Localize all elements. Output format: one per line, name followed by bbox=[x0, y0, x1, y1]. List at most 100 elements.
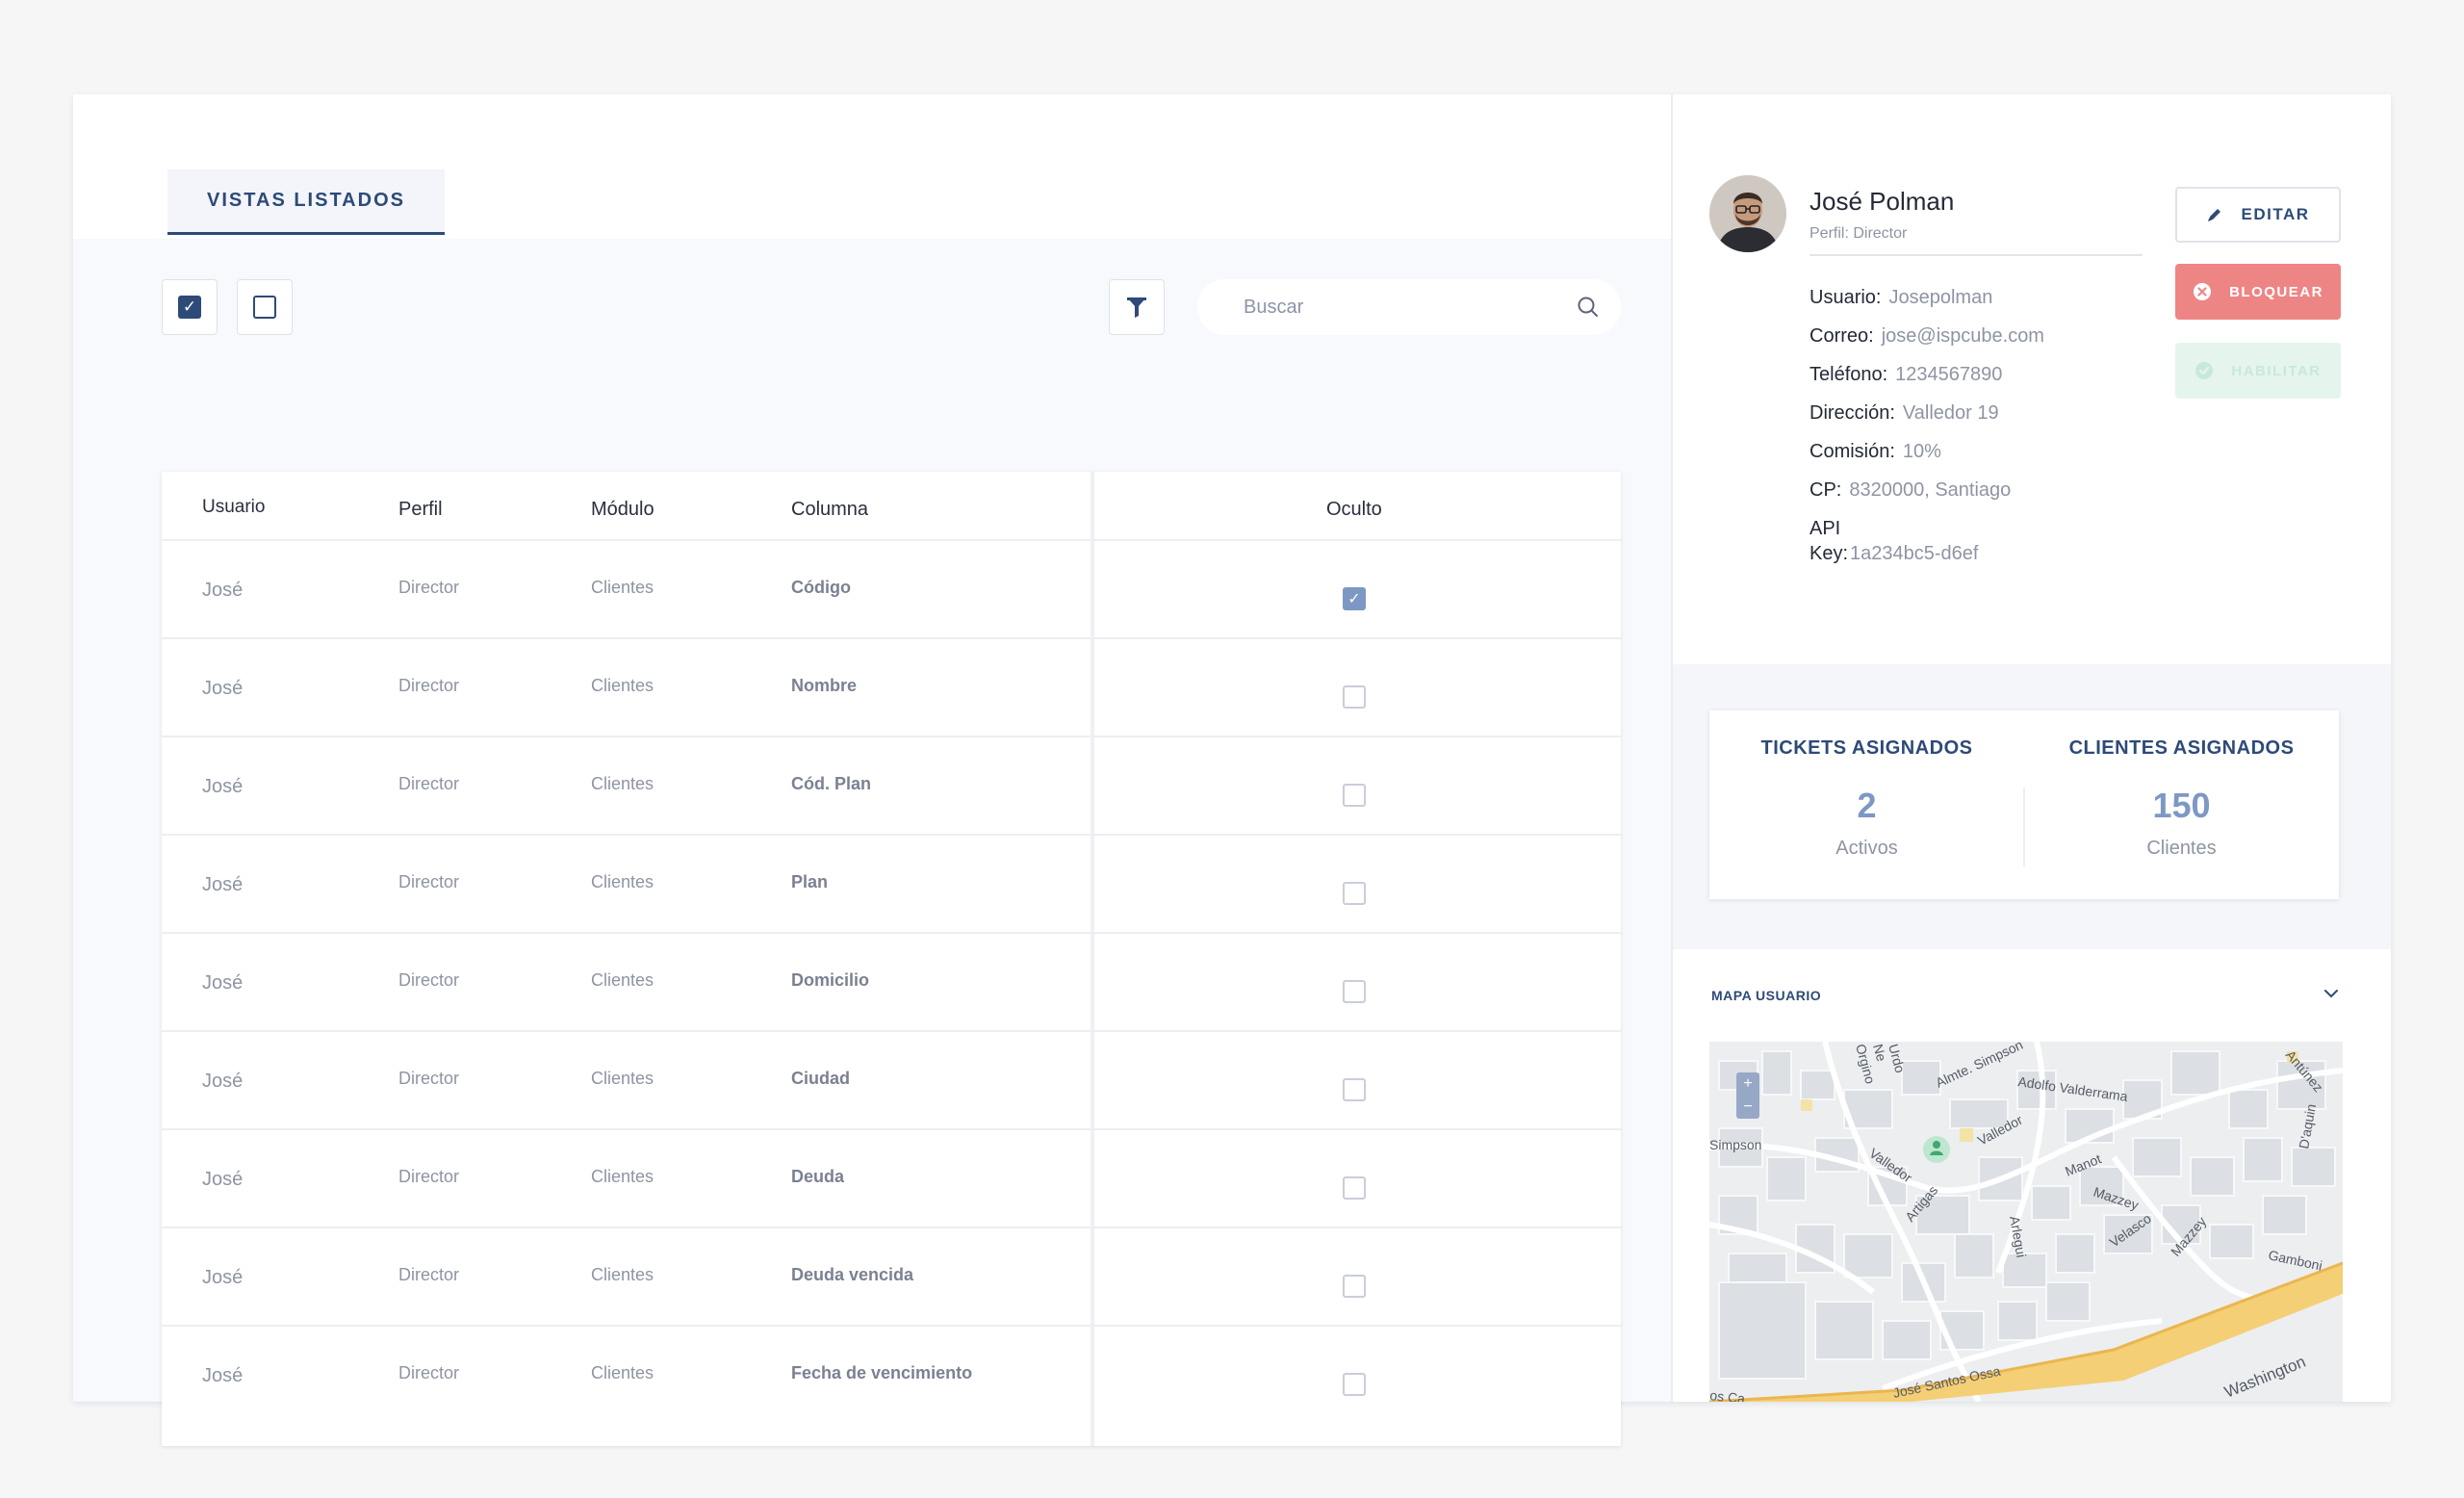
cell-columna: Plan bbox=[791, 872, 829, 891]
deselect-all-button[interactable] bbox=[237, 279, 293, 335]
search-icon[interactable] bbox=[1577, 296, 1600, 319]
table-row: José Director Clientes Nombre bbox=[162, 639, 1621, 737]
user-map[interactable]: Almte. Simpson Adolfo Valderrama Valledo… bbox=[1709, 1042, 2343, 1402]
cell-columna: Ciudad bbox=[791, 1069, 850, 1088]
cell-columna: Cód. Plan bbox=[791, 774, 872, 793]
stats-section: TICKETS ASIGNADOS 2 Activos CLIENTES ASI… bbox=[1673, 664, 2391, 949]
tab-vistas-listados[interactable]: VISTAS LISTADOS bbox=[167, 169, 445, 235]
select-all-button[interactable]: ✓ bbox=[162, 279, 218, 335]
field-telefono: Teléfono: 1234567890 bbox=[1810, 364, 2002, 386]
cell-modulo: Clientes bbox=[591, 970, 654, 990]
user-role: Perfil: Director bbox=[1810, 225, 1908, 242]
stat-title: TICKETS ASIGNADOS bbox=[1760, 737, 1973, 759]
header-usuario[interactable]: Usuario bbox=[202, 497, 265, 518]
views-table: Usuario Perfil Módulo Columna Oculto Jos… bbox=[162, 472, 1621, 1446]
header-oculto[interactable]: Oculto bbox=[1326, 499, 1382, 521]
cell-perfil: Director bbox=[398, 676, 460, 695]
user-name: José Polman bbox=[1810, 187, 1955, 216]
table-row: José Director Clientes Ciudad bbox=[162, 1032, 1621, 1130]
edit-button[interactable]: EDITAR bbox=[2175, 187, 2341, 243]
cell-usuario: José bbox=[202, 1071, 244, 1092]
cell-modulo: Clientes bbox=[591, 1167, 654, 1186]
cell-usuario: José bbox=[202, 972, 244, 994]
header-modulo[interactable]: Módulo bbox=[591, 499, 654, 521]
edit-button-label: EDITAR bbox=[2241, 205, 2310, 223]
cell-usuario: José bbox=[202, 776, 244, 797]
search-box bbox=[1197, 279, 1621, 335]
street-label: Simpson bbox=[1709, 1137, 1761, 1152]
table-row: José Director Clientes Deuda vencida bbox=[162, 1228, 1621, 1327]
cell-perfil: Director bbox=[398, 872, 460, 891]
zoom-out-button[interactable]: − bbox=[1736, 1096, 1759, 1119]
oculto-checkbox[interactable]: ✓ bbox=[1343, 587, 1366, 610]
cell-modulo: Clientes bbox=[591, 1363, 654, 1382]
cell-modulo: Clientes bbox=[591, 1069, 654, 1088]
cell-columna: Domicilio bbox=[791, 970, 870, 990]
map-section: MAPA USUARIO Almte. Simpson Adolfo Valde… bbox=[1673, 949, 2391, 1402]
cell-usuario: José bbox=[202, 1267, 244, 1288]
block-button[interactable]: BLOQUEAR bbox=[2175, 264, 2341, 320]
table-header: Usuario Perfil Módulo Columna Oculto bbox=[162, 472, 1621, 541]
oculto-checkbox[interactable] bbox=[1343, 882, 1366, 905]
check-circle-icon bbox=[2194, 361, 2214, 380]
cell-usuario: José bbox=[202, 580, 244, 601]
field-value: 1a234bc5-d6ef bbox=[1850, 543, 1979, 564]
oculto-checkbox[interactable] bbox=[1343, 1275, 1366, 1298]
cell-columna: Código bbox=[791, 578, 851, 597]
field-value: Valledor 19 bbox=[1902, 402, 1999, 424]
field-label: Dirección: bbox=[1810, 402, 1895, 424]
map-canvas: Almte. Simpson Adolfo Valderrama Valledo… bbox=[1709, 1042, 2343, 1402]
search-input[interactable] bbox=[1244, 279, 1552, 335]
zoom-control: + − bbox=[1736, 1072, 1759, 1119]
tab-bar: VISTAS LISTADOS bbox=[73, 94, 1671, 239]
oculto-checkbox[interactable] bbox=[1343, 784, 1366, 807]
oculto-checkbox[interactable] bbox=[1343, 980, 1366, 1003]
stat-title: CLIENTES ASIGNADOS bbox=[2068, 737, 2295, 759]
oculto-checkbox[interactable] bbox=[1343, 1373, 1366, 1396]
field-value: Josepolman bbox=[1888, 287, 1993, 308]
main-card: VISTAS LISTADOS ✓ Buscar Usuario Perfil … bbox=[73, 94, 2391, 1446]
header-perfil[interactable]: Perfil bbox=[398, 499, 443, 521]
cell-columna: Deuda bbox=[791, 1167, 845, 1186]
enable-button[interactable]: HABILITAR bbox=[2175, 343, 2341, 399]
chevron-down-icon[interactable] bbox=[2322, 984, 2341, 1003]
cell-modulo: Clientes bbox=[591, 1265, 654, 1284]
oculto-checkbox[interactable] bbox=[1343, 685, 1366, 709]
views-panel: VISTAS LISTADOS ✓ Buscar Usuario Perfil … bbox=[73, 94, 1671, 1446]
zoom-in-button[interactable]: + bbox=[1736, 1072, 1759, 1096]
table-row: José Director Clientes Código ✓ bbox=[162, 541, 1621, 639]
map-title[interactable]: MAPA USUARIO bbox=[1711, 988, 1821, 1003]
views-content: ✓ Usuario bbox=[73, 239, 1671, 1446]
avatar-image bbox=[1709, 175, 1786, 252]
table-row: José Director Clientes Cód. Plan bbox=[162, 737, 1621, 836]
cell-columna: Nombre bbox=[791, 676, 858, 695]
tickets-stat: TICKETS ASIGNADOS 2 Activos bbox=[1709, 710, 2024, 899]
field-label: Teléfono: bbox=[1810, 364, 1888, 385]
field-label: CP: bbox=[1810, 479, 1842, 501]
stat-sub: Activos bbox=[1835, 838, 1898, 859]
table-row: José Director Clientes Domicilio bbox=[162, 934, 1621, 1032]
user-pin-icon[interactable] bbox=[1923, 1136, 1950, 1163]
cell-usuario: José bbox=[202, 678, 244, 699]
field-cp: CP: 8320000, Santiago bbox=[1810, 479, 2011, 502]
filter-button[interactable] bbox=[1109, 279, 1165, 335]
field-value: 10% bbox=[1902, 441, 1941, 462]
field-label: Correo: bbox=[1810, 325, 1874, 347]
field-api-key: Key: 1a234bc5-d6ef bbox=[1810, 543, 1978, 565]
table-row: José Director Clientes Deuda bbox=[162, 1130, 1621, 1228]
empty-checkbox-icon bbox=[253, 296, 276, 319]
stats-card: TICKETS ASIGNADOS 2 Activos CLIENTES ASI… bbox=[1709, 710, 2339, 899]
profile-section: José Polman Perfil: Director Usuario: Jos… bbox=[1673, 94, 2391, 664]
oculto-checkbox[interactable] bbox=[1343, 1078, 1366, 1101]
header-columna[interactable]: Columna bbox=[791, 499, 868, 521]
field-value: 8320000, Santiago bbox=[1849, 479, 2012, 501]
oculto-checkbox[interactable] bbox=[1343, 1176, 1366, 1200]
table-row: José Director Clientes Plan bbox=[162, 836, 1621, 934]
cell-usuario: José bbox=[202, 1365, 244, 1386]
cell-modulo: Clientes bbox=[591, 578, 654, 597]
field-label: Comisión: bbox=[1810, 441, 1895, 462]
field-value: jose@ispcube.com bbox=[1881, 325, 2044, 347]
pencil-icon bbox=[2206, 206, 2223, 223]
stat-value: 150 bbox=[2152, 786, 2211, 825]
stat-value: 2 bbox=[1857, 786, 1877, 825]
